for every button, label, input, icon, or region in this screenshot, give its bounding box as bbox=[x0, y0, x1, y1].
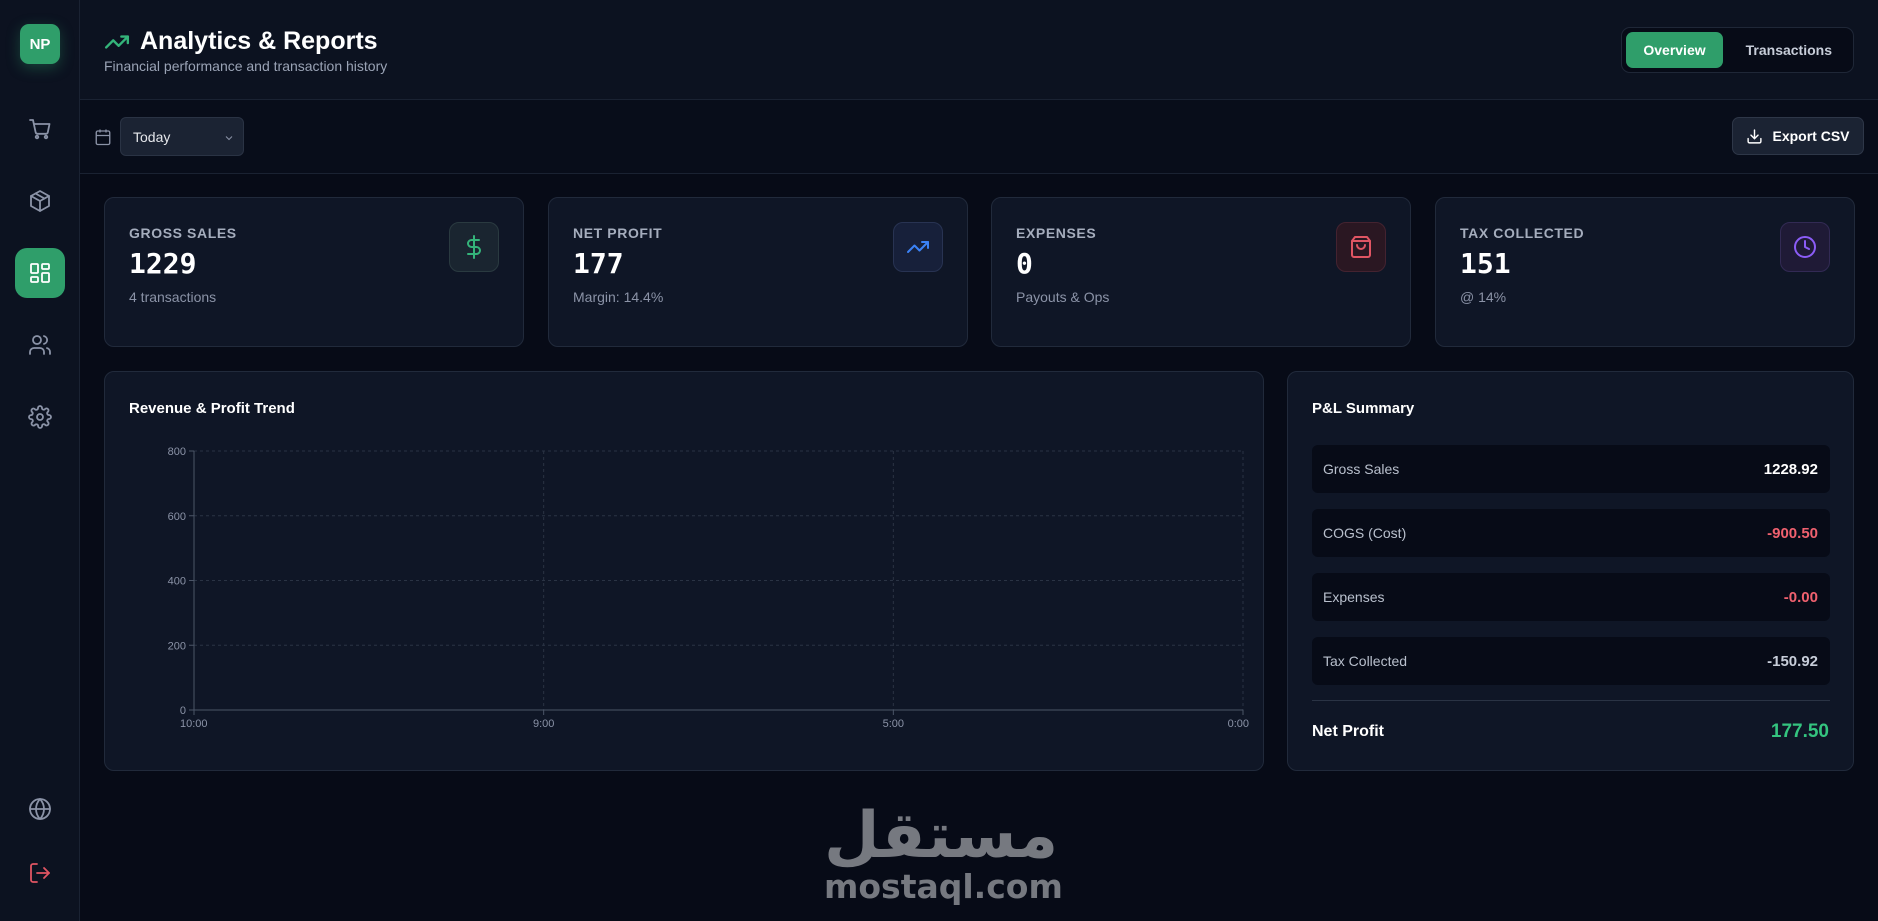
pl-row-value: -900.50 bbox=[1767, 524, 1818, 542]
chevron-down-icon bbox=[223, 131, 235, 143]
download-icon bbox=[1747, 128, 1763, 144]
y-tick-label: 800 bbox=[168, 446, 186, 458]
pl-title: P&L Summary bbox=[1312, 400, 1415, 417]
sidebar-item-inventory[interactable] bbox=[15, 176, 65, 226]
calendar-icon bbox=[94, 128, 112, 146]
stat-card-net-profit: NET PROFIT 177 Margin: 14.4% bbox=[548, 197, 968, 347]
pl-row-tax-collected: Tax Collected -150.92 bbox=[1312, 637, 1830, 685]
stat-value: 177 bbox=[573, 247, 624, 280]
page-header: Analytics & Reports Financial performanc… bbox=[80, 0, 1878, 100]
sidebar-item-logout[interactable] bbox=[15, 848, 65, 898]
revenue-profit-chart: 0 200 400 600 800 10:00 9:00 5:00 0:00 bbox=[168, 446, 1249, 730]
sidebar-item-customers[interactable] bbox=[15, 320, 65, 370]
x-tick-label: 0:00 bbox=[1228, 718, 1249, 730]
tab-overview[interactable]: Overview bbox=[1626, 32, 1723, 68]
pl-row-label: Tax Collected bbox=[1323, 653, 1408, 669]
x-tick-label: 9:00 bbox=[533, 718, 554, 730]
sidebar: NP bbox=[0, 0, 80, 921]
date-range-select[interactable]: Today bbox=[120, 117, 244, 156]
pl-net-profit-value: 177.50 bbox=[1770, 721, 1829, 742]
y-tick-label: 600 bbox=[168, 511, 186, 523]
box-icon bbox=[30, 190, 50, 212]
sidebar-item-settings[interactable] bbox=[15, 392, 65, 442]
trending-up-icon bbox=[104, 34, 130, 49]
pl-net-profit-label: Net Profit bbox=[1312, 723, 1384, 740]
pl-row-value: -0.00 bbox=[1783, 588, 1818, 606]
app-logo[interactable]: NP bbox=[20, 24, 60, 64]
export-csv-label: Export CSV bbox=[1772, 128, 1850, 144]
trending-up-icon bbox=[893, 222, 943, 272]
stat-sub: @ 14% bbox=[1460, 289, 1507, 305]
pl-row-cogs: COGS (Cost) -900.50 bbox=[1312, 509, 1830, 557]
dashboard-icon bbox=[30, 263, 50, 283]
pl-row-expenses: Expenses -0.00 bbox=[1312, 573, 1830, 621]
filter-toolbar: Today Export CSV bbox=[80, 100, 1878, 174]
gear-icon bbox=[28, 405, 52, 429]
stat-card-gross-sales: GROSS SALES 1229 4 transactions bbox=[104, 197, 524, 347]
globe-icon bbox=[29, 798, 51, 820]
pl-divider bbox=[1312, 700, 1830, 701]
revenue-profit-chart-card: Revenue & Profit Trend 0 200 400 600 800 10:0… bbox=[104, 371, 1264, 771]
pl-row-value: 1228.92 bbox=[1763, 460, 1818, 478]
y-tick-label: 200 bbox=[168, 640, 186, 652]
watermark-latin: mostaql.com bbox=[824, 867, 1063, 906]
users-icon bbox=[29, 335, 51, 355]
stat-card-tax-collected: TAX COLLECTED 151 @ 14% bbox=[1435, 197, 1855, 347]
pl-row-gross-sales: Gross Sales 1228.92 bbox=[1312, 445, 1830, 493]
date-range-value: Today bbox=[133, 128, 171, 145]
pl-row-label: COGS (Cost) bbox=[1323, 525, 1407, 541]
y-tick-label: 0 bbox=[180, 705, 186, 717]
stat-label: EXPENSES bbox=[1016, 225, 1097, 241]
sidebar-item-analytics[interactable] bbox=[15, 248, 65, 298]
sidebar-item-language[interactable] bbox=[15, 784, 65, 834]
dollar-icon bbox=[449, 222, 499, 272]
sidebar-item-sales[interactable] bbox=[15, 104, 65, 154]
clock-icon bbox=[1780, 222, 1830, 272]
y-tick-label: 400 bbox=[168, 576, 186, 588]
stat-label: GROSS SALES bbox=[129, 225, 237, 241]
page-subtitle: Financial performance and transaction hi… bbox=[104, 58, 388, 74]
stat-value: 0 bbox=[1016, 247, 1033, 280]
view-tabs: Overview Transactions bbox=[1621, 27, 1854, 73]
pl-row-label: Expenses bbox=[1323, 589, 1385, 605]
stat-sub: 4 transactions bbox=[129, 289, 217, 305]
cart-icon bbox=[29, 119, 51, 140]
logout-icon bbox=[30, 863, 50, 883]
stat-sub: Margin: 14.4% bbox=[573, 289, 664, 305]
x-tick-label: 10:00 bbox=[180, 718, 208, 730]
stat-label: NET PROFIT bbox=[573, 225, 663, 241]
stat-label: TAX COLLECTED bbox=[1460, 225, 1585, 241]
pl-row-label: Gross Sales bbox=[1323, 461, 1400, 477]
export-csv-button[interactable]: Export CSV bbox=[1732, 117, 1864, 155]
watermark-logo: مستقل mostaql.com bbox=[824, 799, 1063, 906]
stat-sub: Payouts & Ops bbox=[1016, 289, 1110, 305]
shopping-bag-icon bbox=[1336, 222, 1386, 272]
pl-row-value: -150.92 bbox=[1767, 652, 1818, 670]
watermark-arabic: مستقل bbox=[824, 799, 1059, 873]
pl-summary-card: P&L Summary Gross Sales 1228.92 COGS (Co… bbox=[1287, 371, 1854, 771]
stat-value: 151 bbox=[1460, 247, 1511, 280]
x-tick-label: 5:00 bbox=[883, 718, 904, 730]
stat-value: 1229 bbox=[129, 247, 197, 280]
tab-transactions[interactable]: Transactions bbox=[1729, 32, 1849, 68]
page-title: Analytics & Reports bbox=[140, 27, 378, 55]
stat-card-expenses: EXPENSES 0 Payouts & Ops bbox=[991, 197, 1411, 347]
